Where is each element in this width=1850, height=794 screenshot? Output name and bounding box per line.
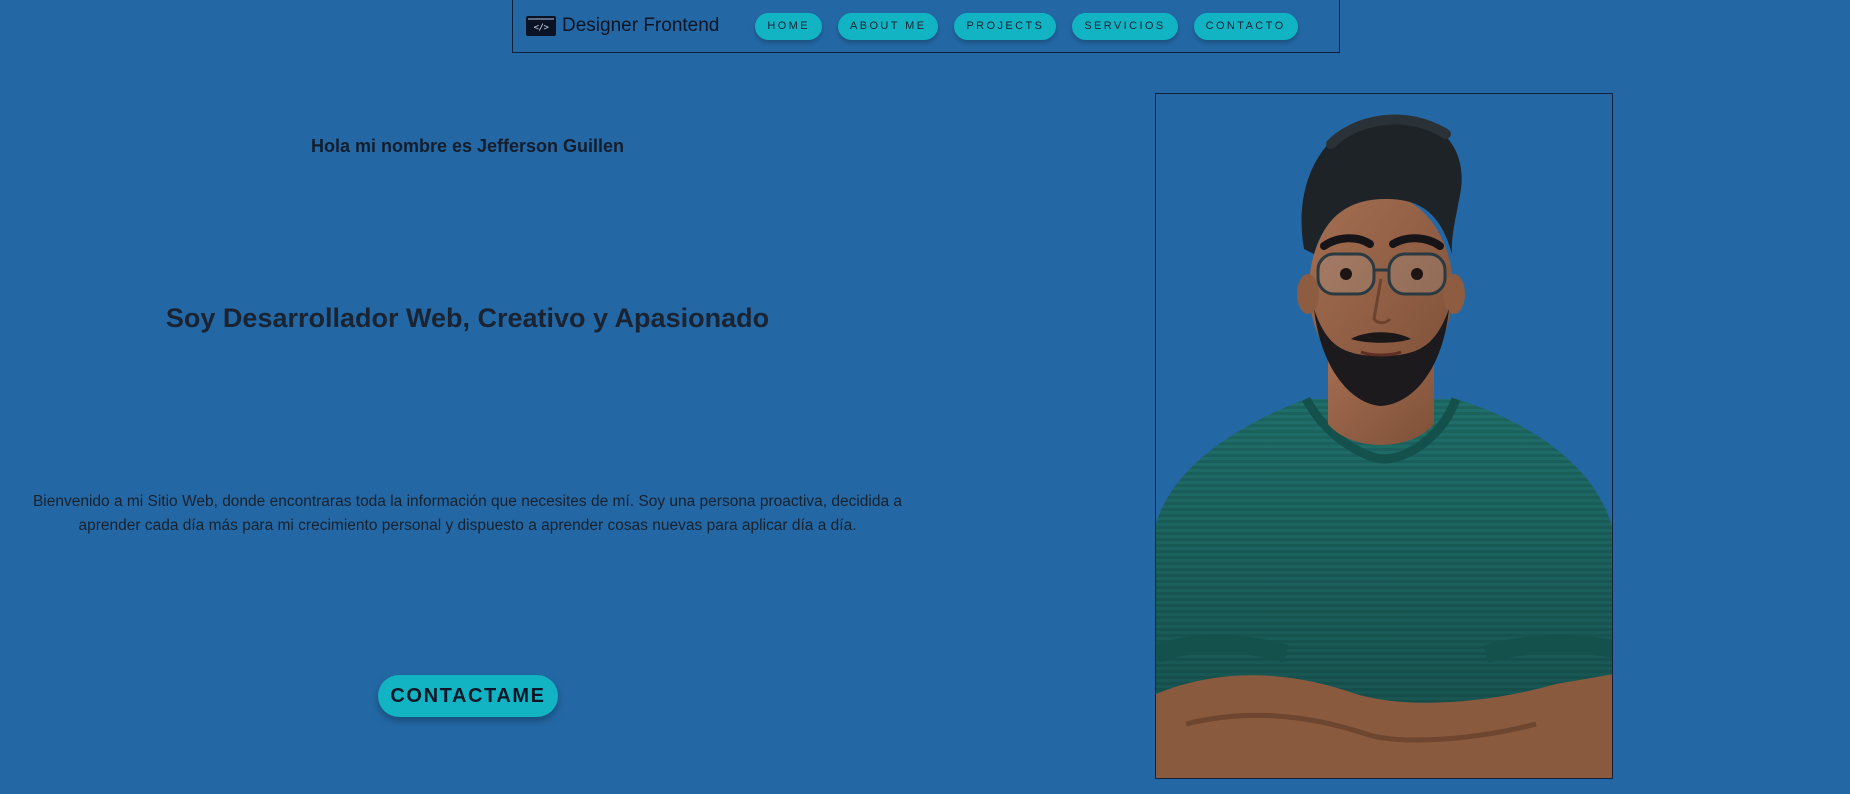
nav-links: HOME ABOUT ME PROJECTS SERVICIOS CONTACT…	[755, 12, 1298, 40]
hero-role: Soy Desarrollador Web, Creativo y Apasio…	[165, 303, 770, 333]
brand-icon-glyph: </>	[533, 22, 549, 33]
hero-intro-line-2: aprender cada día más para mi crecimient…	[78, 517, 857, 534]
brand[interactable]: </> Designer Frontend	[526, 15, 719, 37]
nav-link-projects[interactable]: PROJECTS	[954, 12, 1057, 40]
hero-intro: Bienvenido a mi Sitio Web, donde encontr…	[14, 490, 921, 538]
contact-cta-button[interactable]: CONTACTAME	[378, 675, 558, 717]
navbar: </> Designer Frontend HOME ABOUT ME PROJ…	[512, 0, 1340, 53]
hero-greeting: Hola mi nombre es Jefferson Guillen	[310, 136, 625, 156]
profile-photo	[1155, 93, 1613, 779]
nav-link-about-me[interactable]: ABOUT ME	[837, 12, 939, 40]
code-tag-icon: </>	[526, 16, 556, 36]
hero-intro-line-1: Bienvenido a mi Sitio Web, donde encontr…	[32, 493, 903, 510]
brand-name: Designer Frontend	[562, 15, 720, 36]
nav-link-home[interactable]: HOME	[755, 12, 822, 40]
nav-link-servicios[interactable]: SERVICIOS	[1072, 12, 1178, 40]
portrait-illustration	[1156, 114, 1612, 778]
nav-link-contacto[interactable]: CONTACTO	[1193, 12, 1298, 40]
